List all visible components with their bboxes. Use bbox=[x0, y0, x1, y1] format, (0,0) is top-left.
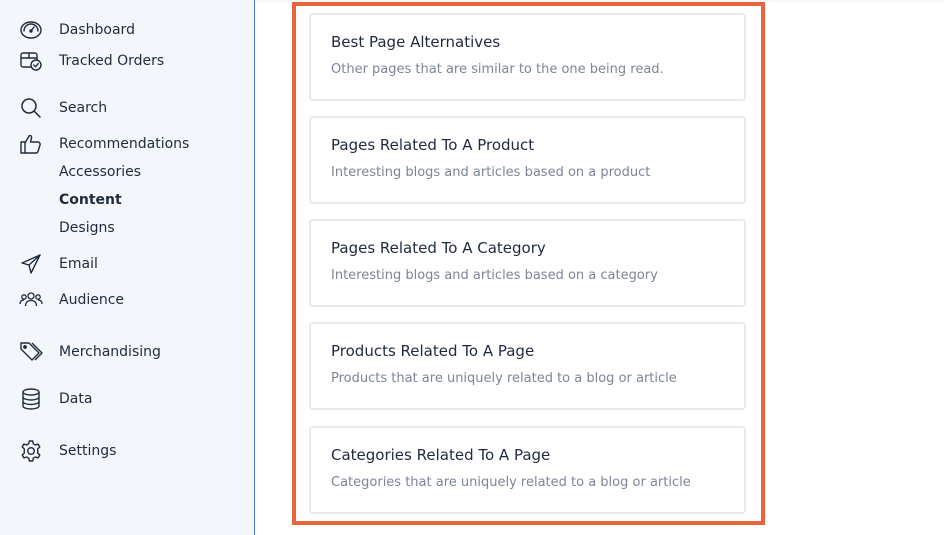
sidebar-item-label: Email bbox=[59, 256, 98, 272]
gear-icon bbox=[19, 439, 43, 463]
sidebar-item-label: Data bbox=[59, 391, 93, 407]
card-description: Other pages that are similar to the one … bbox=[331, 62, 664, 77]
sidebar-item-dashboard[interactable]: Dashboard bbox=[0, 16, 254, 44]
tags-icon bbox=[19, 340, 43, 364]
dashboard-gauge-icon bbox=[19, 18, 43, 42]
sidebar-item-merchandising[interactable]: Merchandising bbox=[0, 338, 254, 366]
database-icon bbox=[19, 387, 43, 411]
thumbs-up-icon bbox=[19, 132, 43, 156]
paper-plane-icon bbox=[19, 252, 43, 276]
recommendation-card-pages-related-to-product[interactable]: Pages Related To A Product Interesting b… bbox=[309, 116, 746, 204]
card-description: Products that are uniquely related to a … bbox=[331, 371, 677, 386]
card-title: Best Page Alternatives bbox=[331, 33, 501, 51]
recommendation-card-best-page-alternatives[interactable]: Best Page Alternatives Other pages that … bbox=[309, 13, 746, 101]
sidebar-item-recommendations[interactable]: Recommendations bbox=[0, 130, 254, 158]
sidebar-item-label: Tracked Orders bbox=[59, 53, 165, 69]
sidebar-item-label: Merchandising bbox=[59, 344, 161, 360]
sidebar-item-search[interactable]: Search bbox=[0, 94, 254, 122]
recommendation-card-products-related-to-page[interactable]: Products Related To A Page Products that… bbox=[309, 322, 746, 410]
sidebar-item-email[interactable]: Email bbox=[0, 250, 254, 278]
users-icon bbox=[19, 288, 43, 312]
card-title: Products Related To A Page bbox=[331, 342, 535, 360]
recommendation-card-pages-related-to-category[interactable]: Pages Related To A Category Interesting … bbox=[309, 219, 746, 307]
card-description: Interesting blogs and articles based on … bbox=[331, 268, 658, 283]
card-description: Categories that are uniquely related to … bbox=[331, 475, 691, 490]
card-title: Pages Related To A Product bbox=[331, 136, 535, 154]
sidebar-item-label: Recommendations bbox=[59, 136, 190, 152]
sidebar-item-label: Audience bbox=[59, 292, 125, 308]
sidebar-subitem-accessories[interactable]: Accessories bbox=[59, 161, 141, 183]
card-description: Interesting blogs and articles based on … bbox=[331, 165, 651, 180]
card-title: Pages Related To A Category bbox=[331, 239, 546, 257]
sidebar-item-settings[interactable]: Settings bbox=[0, 437, 254, 465]
search-icon bbox=[19, 96, 43, 120]
sidebar-item-data[interactable]: Data bbox=[0, 385, 254, 413]
sidebar-item-label: Search bbox=[59, 100, 108, 116]
sidebar: Dashboard Tracked Orders Search Recommen… bbox=[0, 0, 255, 535]
sidebar-subitem-designs[interactable]: Designs bbox=[59, 217, 115, 239]
sidebar-item-label: Dashboard bbox=[59, 22, 135, 38]
sidebar-item-audience[interactable]: Audience bbox=[0, 286, 254, 314]
sidebar-subitem-content[interactable]: Content bbox=[59, 189, 122, 211]
card-title: Categories Related To A Page bbox=[331, 446, 551, 464]
tracked-orders-icon bbox=[19, 49, 43, 73]
sidebar-item-label: Settings bbox=[59, 443, 117, 459]
sidebar-item-tracked-orders[interactable]: Tracked Orders bbox=[0, 47, 254, 75]
recommendation-card-categories-related-to-page[interactable]: Categories Related To A Page Categories … bbox=[309, 426, 746, 514]
